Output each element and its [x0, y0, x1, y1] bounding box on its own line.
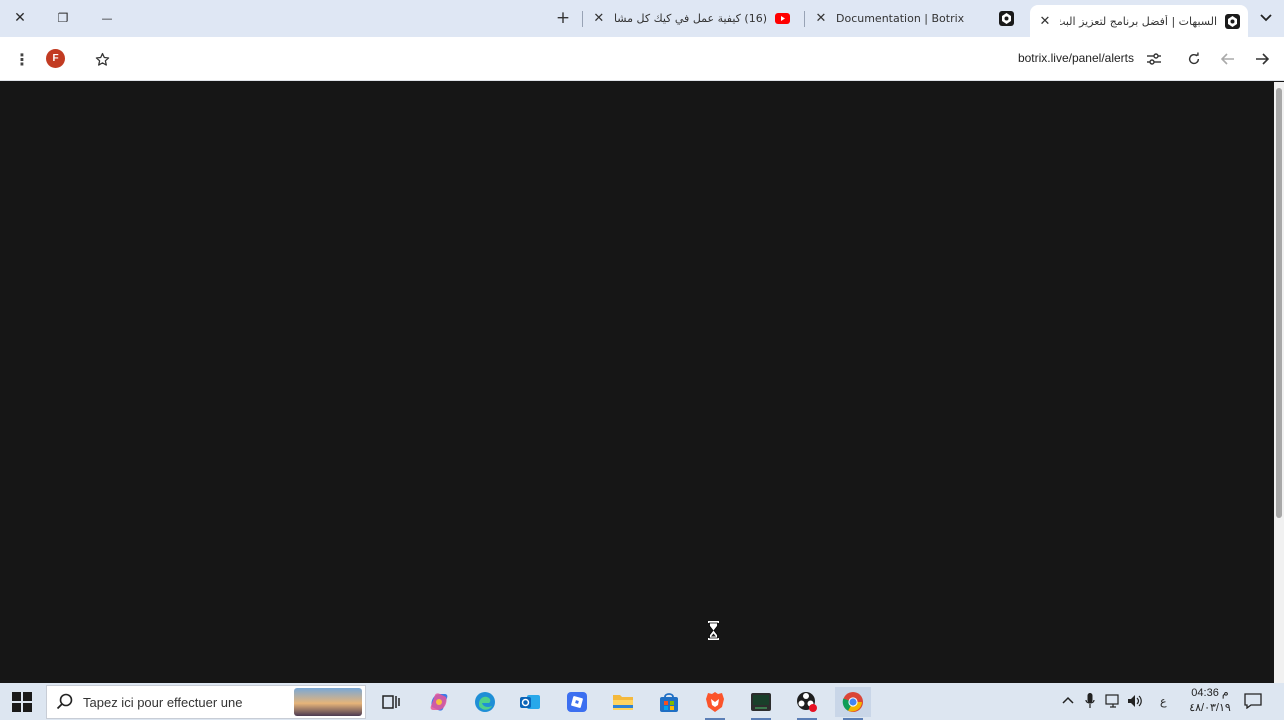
tab-youtube[interactable]: (16) كيفية عمل في كيك كل مشاه ✕: [582, 4, 798, 33]
plus-icon: +: [555, 8, 571, 28]
arrow-right-icon: [1256, 53, 1269, 65]
arrow-left-icon: [1221, 53, 1234, 65]
taskbar-search-box[interactable]: Tapez ici pour effectuer une: [46, 685, 366, 719]
search-highlight-image: [294, 688, 362, 716]
tab-close-icon[interactable]: ✕: [1038, 14, 1052, 29]
reload-icon: [1188, 52, 1200, 65]
terminal-icon: [751, 693, 771, 711]
page-content: [0, 82, 1274, 683]
file-explorer-app[interactable]: [605, 687, 641, 717]
reload-button[interactable]: [1182, 47, 1206, 71]
edge-icon: [475, 692, 495, 712]
page-scrollbar[interactable]: [1274, 82, 1284, 683]
botrix-icon: [1225, 13, 1240, 29]
tab-title: Documentation | Botrix: [836, 12, 965, 25]
system-clock[interactable]: 04:36 م ٤٨/٠٣/١٩: [1180, 686, 1240, 716]
tab-documentation[interactable]: ✕ Documentation | Botrix: [804, 4, 1022, 33]
edge-app[interactable]: [467, 687, 503, 717]
store-icon: [660, 693, 678, 712]
star-icon: [95, 52, 109, 66]
obs-icon: [797, 692, 817, 712]
tab-separator: [582, 11, 583, 27]
hourglass-cursor-icon: [708, 621, 719, 640]
site-settings-button[interactable]: [1142, 47, 1166, 71]
store-app[interactable]: [651, 687, 687, 717]
task-view-icon: [382, 695, 400, 709]
tab-title: السبهات | أفضل برنامج لتعزيز البث: [1060, 14, 1217, 28]
search-icon: [47, 693, 83, 711]
tab-separator: [804, 11, 805, 27]
tab-close-icon[interactable]: ✕: [592, 11, 606, 26]
close-icon: ✕: [14, 10, 26, 26]
brave-icon: [706, 692, 724, 712]
botrix-icon: [999, 11, 1014, 26]
browser-toolbar: ⋮ F botrix.live/panel/alerts: [0, 37, 1284, 81]
tab-title: (16) كيفية عمل في كيك كل مشاه: [613, 12, 767, 25]
volume-icon[interactable]: [1127, 693, 1143, 709]
clock-time: 04:36 م: [1191, 687, 1229, 699]
file-explorer-icon: [613, 695, 633, 710]
outlook-app[interactable]: [512, 687, 548, 717]
chevron-up-icon[interactable]: [1062, 696, 1074, 704]
back-button[interactable]: [1216, 47, 1240, 71]
bookmark-button[interactable]: [90, 47, 114, 71]
forward-button[interactable]: [1250, 47, 1274, 71]
chrome-app[interactable]: [835, 687, 871, 720]
obs-app[interactable]: [789, 687, 825, 720]
microphone-icon[interactable]: [1085, 693, 1095, 709]
youtube-icon: [775, 11, 790, 26]
input-language-indicator[interactable]: ع: [1160, 695, 1167, 708]
tab-close-icon[interactable]: ✕: [814, 11, 828, 26]
profile-initial: F: [52, 53, 59, 64]
copilot-icon: [430, 693, 448, 711]
outlook-icon: [520, 695, 540, 709]
brave-app[interactable]: [697, 687, 733, 720]
copilot-app[interactable]: [421, 687, 457, 717]
network-icon[interactable]: [1105, 693, 1121, 709]
menu-button[interactable]: ⋮: [10, 47, 34, 71]
tab-strip: ✕ ❐ — + (16) كيفية عمل في كيك كل مشاه ✕ …: [0, 0, 1284, 37]
minimize-icon: —: [101, 11, 113, 25]
terminal-app[interactable]: [743, 687, 779, 720]
roblox-icon: [567, 692, 587, 712]
tune-icon: [1147, 53, 1161, 65]
address-bar-url[interactable]: botrix.live/panel/alerts: [1018, 51, 1134, 65]
clock-date: ٤٨/٠٣/١٩: [1189, 702, 1231, 714]
restore-window-button[interactable]: ❐: [49, 6, 77, 30]
scrollbar-thumb[interactable]: [1276, 88, 1282, 518]
close-window-button[interactable]: ✕: [6, 6, 34, 30]
notifications-icon[interactable]: [1244, 693, 1262, 709]
chevron-down-icon: [1260, 14, 1272, 22]
tab-search-button[interactable]: [1256, 8, 1276, 28]
minimize-window-button[interactable]: —: [93, 6, 121, 30]
roblox-app[interactable]: [559, 687, 595, 717]
chrome-icon: [842, 692, 863, 712]
restore-icon: ❐: [57, 11, 69, 25]
search-placeholder: Tapez ici pour effectuer une: [83, 694, 243, 710]
task-view-button[interactable]: [373, 687, 409, 717]
profile-avatar[interactable]: F: [46, 49, 65, 68]
windows-start-icon[interactable]: [12, 692, 32, 712]
windows-taskbar: Tapez ici pour effectuer une ع 04:36 م ٤: [0, 683, 1284, 720]
tab-alerts[interactable]: ✕ السبهات | أفضل برنامج لتعزيز البث: [1030, 5, 1248, 37]
new-tab-button[interactable]: +: [552, 7, 574, 29]
more-vert-icon: ⋮: [14, 49, 30, 69]
